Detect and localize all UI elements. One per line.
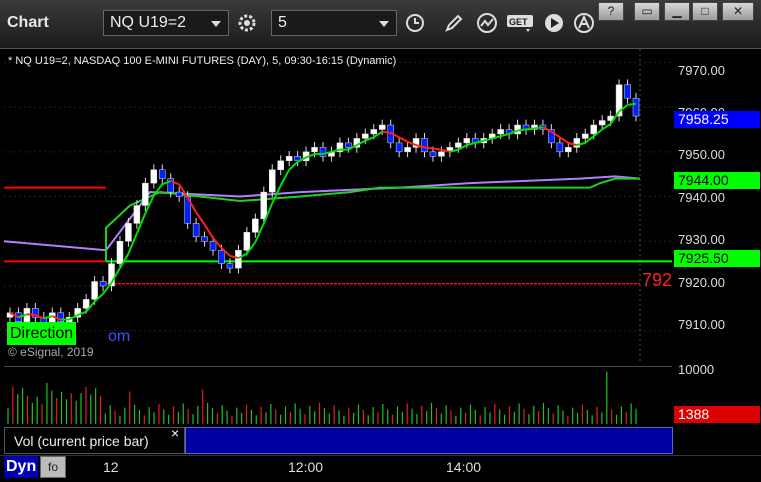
symbol-combo[interactable]: NQ U19=2 bbox=[103, 10, 229, 36]
close-button[interactable]: ✕ bbox=[722, 2, 754, 21]
direction-badge: Direction bbox=[7, 322, 77, 345]
minimize-button[interactable]: ▁ bbox=[664, 2, 690, 21]
y-tick: 7920.00 bbox=[678, 275, 725, 290]
symbol-value: NQ U19=2 bbox=[110, 14, 187, 31]
dynamic-button[interactable]: Dyn bbox=[4, 456, 38, 478]
direction-link-suffix[interactable]: om bbox=[108, 328, 130, 346]
level-price-label: 7925.50 bbox=[674, 250, 760, 267]
chevron-down-icon[interactable] bbox=[379, 21, 389, 27]
window-titlebar: Chart NQ U19=2 5 GET ? ▭ ▁ □ ✕ bbox=[0, 0, 761, 49]
close-icon[interactable]: × bbox=[171, 425, 179, 441]
svg-text:GET: GET bbox=[509, 17, 528, 27]
window-title: Chart bbox=[7, 14, 49, 31]
copyright-text: © eSignal, 2019 bbox=[8, 345, 94, 359]
study-chart-icon[interactable] bbox=[473, 10, 501, 36]
price-axis[interactable] bbox=[673, 49, 761, 362]
maximize-button[interactable]: □ bbox=[692, 2, 718, 21]
settings-gear-icon[interactable] bbox=[233, 10, 261, 36]
interval-value: 5 bbox=[278, 14, 287, 31]
x-tick: 14:00 bbox=[446, 459, 482, 475]
y-tick: 7940.00 bbox=[678, 190, 725, 205]
get-data-icon[interactable]: GET bbox=[505, 10, 537, 36]
alert-icon[interactable] bbox=[570, 10, 598, 36]
y-tick: 7910.00 bbox=[678, 317, 725, 332]
interval-combo[interactable]: 5 bbox=[271, 10, 397, 36]
fx-icon[interactable]: fo bbox=[40, 456, 66, 478]
volume-y-tick: 10000 bbox=[678, 362, 715, 377]
restore-button[interactable]: ▭ bbox=[634, 2, 660, 21]
play-arrow-icon[interactable] bbox=[540, 10, 568, 36]
chart-header: * NQ U19=2, NASDAQ 100 E-MINI FUTURES (D… bbox=[8, 55, 397, 67]
last-price-label: 7958.25 bbox=[674, 111, 760, 128]
x-tick: 12:00 bbox=[288, 459, 324, 475]
pencil-draw-icon[interactable] bbox=[440, 10, 468, 36]
y-tick: 7970.00 bbox=[678, 63, 725, 78]
x-tick: 12 bbox=[103, 459, 119, 475]
volume-legend-bar bbox=[185, 427, 673, 454]
chevron-down-icon[interactable] bbox=[211, 21, 221, 27]
volume-pane[interactable] bbox=[4, 366, 672, 427]
clock-icon[interactable] bbox=[401, 10, 429, 36]
y-tick: 7930.00 bbox=[678, 232, 725, 247]
price-chart-area[interactable] bbox=[4, 49, 672, 362]
volume-price-label: 1388 bbox=[674, 406, 760, 423]
red-level-partial-label: 792 bbox=[642, 270, 673, 290]
volume-legend: Vol (current price bar) bbox=[4, 427, 185, 454]
help-button[interactable]: ? bbox=[598, 2, 624, 21]
y-tick: 7950.00 bbox=[678, 147, 725, 162]
ma-price-label: 7944.00 bbox=[674, 172, 760, 189]
